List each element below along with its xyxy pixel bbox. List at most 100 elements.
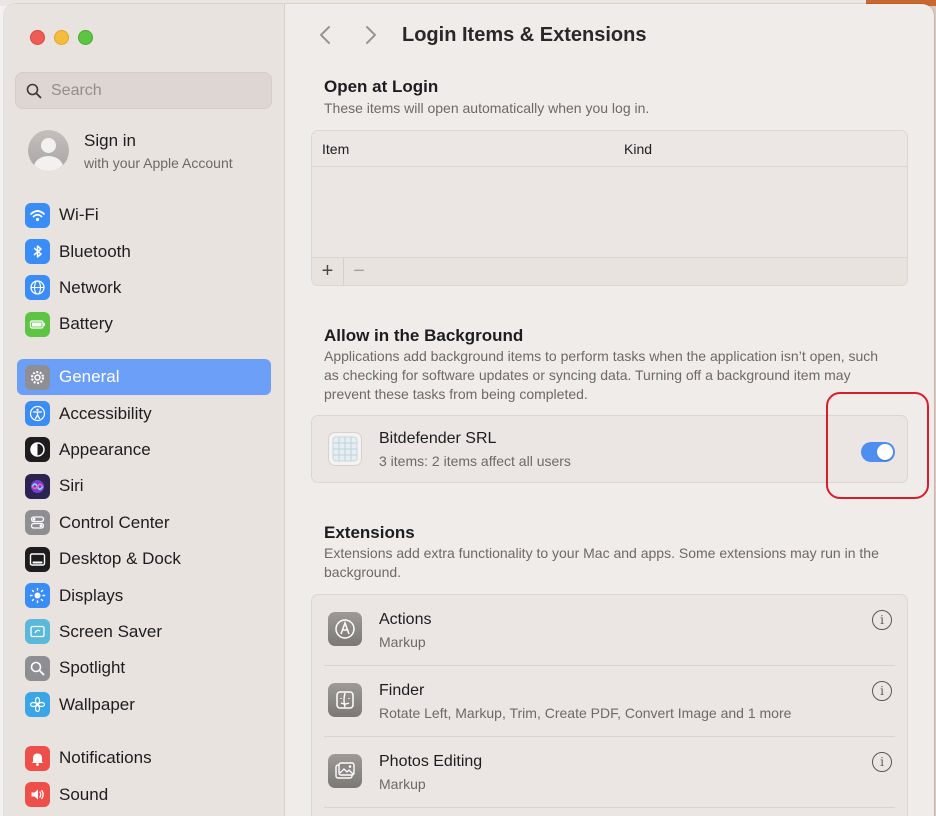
background-item-name: Bitdefender SRL	[379, 430, 497, 447]
account-title: Sign in	[84, 130, 136, 150]
extension-detail: Rotate Left, Markup, Trim, Create PDF, C…	[379, 705, 792, 721]
search-icon	[26, 83, 42, 98]
sidebar-item-spotlight[interactable]: Spotlight	[17, 650, 271, 686]
sidebar-group-connectivity: Wi-Fi Bluetooth Network Battery	[17, 197, 271, 343]
sidebar-item-general[interactable]: General	[17, 359, 271, 396]
finder-icon	[328, 683, 362, 717]
sidebar-item-screen-saver[interactable]: Screen Saver	[17, 614, 271, 650]
bell-icon	[25, 745, 50, 771]
open-at-login-description: These items will open automatically when…	[324, 100, 650, 116]
extension-name: Finder	[379, 682, 425, 699]
sidebar-item-label: Appearance	[59, 439, 151, 459]
sidebar-item-label: Screen Saver	[59, 621, 162, 641]
sidebar: Sign in with your Apple Account Wi-Fi Blu…	[4, 4, 285, 816]
minimize-window-button[interactable]	[54, 30, 69, 45]
extension-name: Photos Editing	[379, 753, 483, 770]
sidebar-item-label: Sound	[59, 784, 109, 804]
sidebar-item-siri[interactable]: Siri	[17, 468, 271, 504]
sidebar-item-label: Battery	[59, 314, 113, 334]
sidebar-item-control-center[interactable]: Control Center	[17, 505, 271, 541]
back-button[interactable]	[314, 24, 336, 46]
zoom-window-button[interactable]	[78, 30, 93, 45]
annotation-highlight	[826, 392, 929, 499]
sidebar-item-label: Accessibility	[59, 403, 152, 423]
remove-login-item-button[interactable]: −	[343, 257, 374, 285]
account-subtitle: with your Apple Account	[84, 154, 233, 171]
apple-account-signin[interactable]: Sign in with your Apple Account	[28, 130, 233, 171]
divider	[324, 807, 895, 808]
chevron-right-icon	[366, 26, 376, 44]
grid-app-icon	[332, 436, 358, 462]
extensions-list: Actions Markup i Finder Rotate Left, Mar…	[311, 594, 908, 816]
sidebar-item-bluetooth[interactable]: Bluetooth	[17, 233, 271, 269]
login-items-table: Item Kind + −	[311, 130, 908, 286]
background-description: Applications add background items to per…	[324, 348, 879, 402]
table-header: Item Kind	[312, 131, 907, 167]
search-field[interactable]	[15, 72, 272, 109]
search-input[interactable]	[51, 81, 251, 100]
extension-row-photos-editing[interactable]: Photos Editing Markup i	[312, 737, 907, 808]
extension-row-finder[interactable]: Finder Rotate Left, Markup, Trim, Create…	[312, 666, 907, 737]
sidebar-item-sound[interactable]: Sound	[17, 776, 271, 812]
window-controls	[30, 30, 93, 45]
extension-row-actions[interactable]: Actions Markup i	[312, 595, 907, 666]
screen-saver-icon	[25, 619, 50, 645]
battery-icon	[25, 311, 50, 337]
photos-icon	[328, 754, 362, 788]
sidebar-item-label: General	[59, 367, 120, 387]
flower-icon	[25, 692, 50, 718]
close-window-button[interactable]	[30, 30, 45, 45]
sidebar-group-system: General Accessibility Appearance Siri Contro…	[17, 359, 271, 723]
chevron-left-icon	[320, 26, 330, 44]
sun-icon	[25, 583, 50, 609]
background-item-row: Bitdefender SRL 3 items: 2 items affect …	[311, 415, 908, 483]
extension-detail: Markup	[379, 776, 426, 792]
appearance-icon	[25, 437, 50, 463]
sidebar-item-battery[interactable]: Battery	[17, 306, 271, 342]
sidebar-group-notifications: Notifications Sound	[17, 740, 271, 813]
bluetooth-icon	[25, 239, 50, 265]
background-item-detail: 3 items: 2 items affect all users	[379, 453, 571, 469]
open-at-login-title: Open at Login	[324, 77, 439, 96]
sidebar-item-accessibility[interactable]: Accessibility	[17, 395, 271, 431]
sidebar-item-desktop-dock[interactable]: Desktop & Dock	[17, 541, 271, 577]
sidebar-item-notifications[interactable]: Notifications	[17, 740, 271, 776]
extensions-title: Extensions	[324, 523, 415, 542]
wifi-icon	[25, 202, 50, 228]
sidebar-item-displays[interactable]: Displays	[17, 577, 271, 613]
sidebar-item-label: Wi-Fi	[59, 205, 99, 225]
sidebar-item-label: Notifications	[59, 748, 152, 768]
info-icon[interactable]: i	[872, 610, 892, 630]
bitdefender-app-icon	[328, 432, 362, 466]
sidebar-item-wallpaper[interactable]: Wallpaper	[17, 687, 271, 723]
info-icon[interactable]: i	[872, 681, 892, 701]
toolbar: Login Items & Extensions	[286, 4, 934, 66]
sidebar-item-label: Bluetooth	[59, 241, 131, 261]
sidebar-item-wifi[interactable]: Wi-Fi	[17, 197, 271, 233]
sidebar-item-network[interactable]: Network	[17, 270, 271, 306]
extension-name: Actions	[379, 611, 432, 628]
page-title: Login Items & Extensions	[402, 23, 647, 46]
content-pane: Login Items & Extensions Open at Login T…	[286, 4, 934, 816]
table-footer: + −	[312, 257, 907, 285]
magnifier-icon	[25, 655, 50, 681]
markup-icon	[328, 612, 362, 646]
dock-icon	[25, 546, 50, 572]
sidebar-item-appearance[interactable]: Appearance	[17, 432, 271, 468]
info-icon[interactable]: i	[872, 752, 892, 772]
forward-button[interactable]	[360, 24, 382, 46]
background-title: Allow in the Background	[324, 326, 524, 345]
sidebar-item-label: Desktop & Dock	[59, 549, 181, 569]
settings-window: Sign in with your Apple Account Wi-Fi Blu…	[4, 4, 934, 816]
add-login-item-button[interactable]: +	[312, 258, 343, 286]
gear-icon	[25, 364, 50, 390]
column-header-item[interactable]: Item	[322, 141, 624, 157]
column-header-kind[interactable]: Kind	[624, 141, 652, 157]
extension-detail: Markup	[379, 634, 426, 650]
accessibility-icon	[25, 401, 50, 427]
avatar	[28, 130, 69, 171]
sidebar-item-label: Spotlight	[59, 658, 126, 678]
sidebar-item-label: Network	[59, 277, 122, 297]
account-text: Sign in with your Apple Account	[84, 131, 233, 171]
siri-icon	[25, 473, 50, 499]
